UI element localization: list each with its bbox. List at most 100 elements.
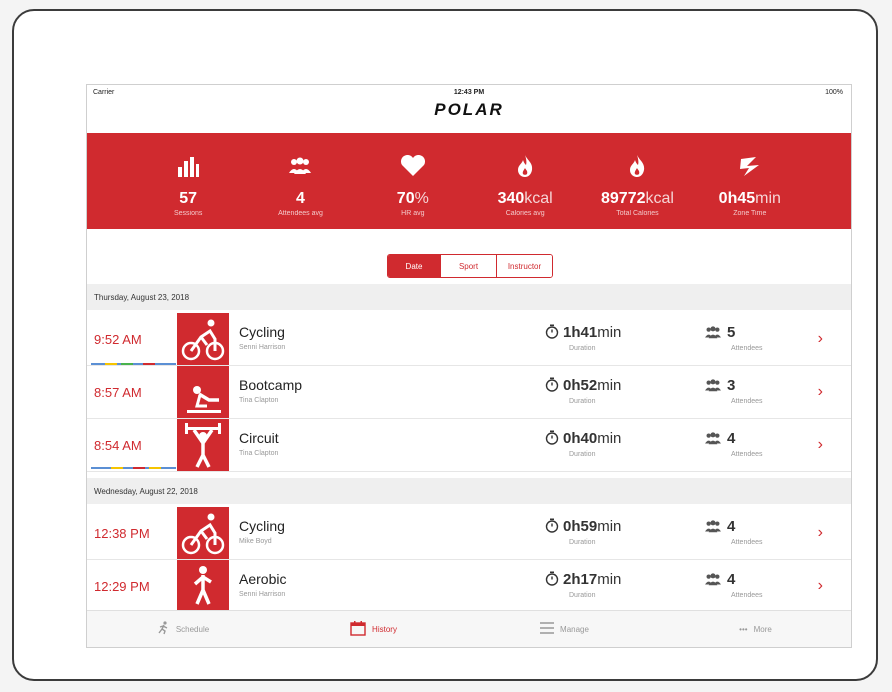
stat-value: 4: [296, 190, 305, 207]
session-instructor: Tina Clapton: [239, 450, 279, 457]
attendees-label: Attendees: [731, 451, 763, 458]
bar-chart-icon: [132, 150, 244, 182]
tab-schedule[interactable]: Schedule: [87, 611, 278, 647]
session-row[interactable]: 8:57 AM Bootcamp Tina Clapton 0h52min Du…: [87, 366, 851, 419]
day-header: Thursday, August 23, 2018: [87, 284, 851, 310]
stat-label: Calories avg: [505, 210, 545, 217]
stat-unit: kcal: [645, 190, 674, 207]
people-icon: [703, 432, 723, 449]
attendee-count: 4: [727, 518, 736, 535]
chevron-right-icon[interactable]: ›: [818, 524, 823, 542]
stopwatch-icon: [545, 518, 559, 537]
duration-hours: 0h: [563, 430, 581, 447]
stat-value: 0h45: [718, 190, 756, 207]
stat-value: 70: [396, 190, 415, 207]
day-date: Thursday, August 23, 2018: [94, 293, 190, 302]
heart-icon: [357, 150, 469, 182]
session-attendees: 4: [703, 430, 735, 449]
duration-label: Duration: [569, 398, 596, 405]
chevron-right-icon[interactable]: ›: [818, 330, 823, 348]
duration-unit: min: [597, 430, 622, 447]
stopwatch-icon: [545, 377, 559, 396]
session-instructor: Senni Harrison: [239, 591, 286, 598]
session-attendees: 4: [703, 571, 735, 590]
session-duration: 0h59min: [545, 518, 621, 537]
stopwatch-icon: [545, 430, 559, 449]
session-time: 9:52 AM: [94, 332, 142, 347]
session-time: 12:29 PM: [94, 579, 150, 594]
flame-icon: [581, 150, 693, 182]
attendee-count: 4: [727, 571, 736, 588]
activity-bar: [91, 467, 176, 469]
attendee-count: 3: [727, 377, 736, 394]
people-icon: [703, 326, 723, 343]
activity-bar: [91, 363, 176, 365]
stat-zone-time: 0h45min Zone Time: [694, 133, 806, 229]
circuit-icon: [177, 419, 229, 471]
stopwatch-icon: [545, 571, 559, 590]
stat-calories-avg: 340kcal Calories avg: [469, 133, 581, 229]
attendee-count: 5: [727, 324, 736, 341]
session-duration: 0h40min: [545, 430, 621, 449]
stat-label: Total Calories: [616, 210, 659, 217]
duration-minutes: 52: [580, 377, 598, 394]
people-icon: [244, 150, 356, 182]
stat-attendees: 4 Attendees avg: [244, 133, 356, 229]
attendees-label: Attendees: [731, 592, 763, 599]
sort-segmented-control: Date Sport Instructor: [387, 254, 553, 278]
session-row[interactable]: 12:38 PM Cycling Mike Boyd 0h59min Durat…: [87, 507, 851, 560]
stat-sessions: 57 Sessions: [132, 133, 244, 229]
session-row[interactable]: 8:54 AM Circuit Tina Clapton 0h40min Dur…: [87, 419, 851, 472]
stat-label: Attendees avg: [278, 210, 323, 217]
stat-total-calories: 89772kcal Total Calories: [581, 133, 693, 229]
stat-unit: kcal: [524, 190, 553, 207]
list-icon: [540, 622, 555, 636]
session-duration: 2h17min: [545, 571, 621, 590]
attendees-label: Attendees: [731, 539, 763, 546]
session-row[interactable]: 9:52 AM Cycling Senni Harrison 1h41min D…: [87, 313, 851, 366]
session-sport: Aerobic: [239, 571, 287, 587]
stat-unit: %: [414, 190, 429, 207]
day-date: Wednesday, August 22, 2018: [94, 487, 198, 496]
chevron-right-icon[interactable]: ›: [818, 577, 823, 595]
bootcamp-icon: [177, 366, 229, 418]
clock-label: 12:43 PM: [453, 89, 485, 96]
session-instructor: Mike Boyd: [239, 538, 272, 545]
stopwatch-icon: [545, 324, 559, 343]
session-duration: 0h52min: [545, 377, 621, 396]
stat-label: Zone Time: [733, 210, 767, 217]
session-row[interactable]: 12:29 PM Aerobic Senni Harrison 2h17min …: [87, 560, 851, 613]
duration-hours: 0h: [563, 518, 581, 535]
session-attendees: 4: [703, 518, 735, 537]
segment-date[interactable]: Date: [388, 255, 440, 277]
stat-value: 57: [179, 190, 198, 207]
stat-hr: 70% HR avg: [357, 133, 469, 229]
cycling-icon: [177, 313, 229, 365]
tab-more[interactable]: ••• More: [660, 611, 851, 647]
session-sport: Circuit: [239, 430, 279, 446]
battery-label: 100%: [825, 89, 843, 96]
status-bar: Carrier 12:43 PM 100%: [87, 85, 851, 99]
stat-unit: min: [755, 190, 781, 207]
segment-instructor[interactable]: Instructor: [496, 255, 552, 277]
session-duration: 1h41min: [545, 324, 621, 343]
session-time: 12:38 PM: [94, 526, 150, 541]
duration-hours: 2h: [563, 571, 581, 588]
stat-label: HR avg: [401, 210, 425, 217]
stat-value: 89772: [601, 190, 646, 207]
segment-sport[interactable]: Sport: [440, 255, 496, 277]
duration-unit: min: [597, 324, 622, 341]
tab-history[interactable]: History: [278, 611, 469, 647]
chevron-right-icon[interactable]: ›: [818, 383, 823, 401]
tab-label: Manage: [560, 624, 589, 634]
stats-banner: 57 Sessions 4 Attendees avg 70% HR avg 3…: [87, 133, 851, 229]
tab-label: Schedule: [175, 624, 210, 634]
duration-label: Duration: [569, 592, 596, 599]
cycling-icon: [177, 507, 229, 559]
tab-manage[interactable]: Manage: [469, 611, 660, 647]
session-instructor: Senni Harrison: [239, 344, 286, 351]
chevron-right-icon[interactable]: ›: [818, 436, 823, 454]
duration-hours: 1h: [563, 324, 581, 341]
duration-minutes: 41: [580, 324, 598, 341]
session-sport: Bootcamp: [239, 377, 303, 393]
